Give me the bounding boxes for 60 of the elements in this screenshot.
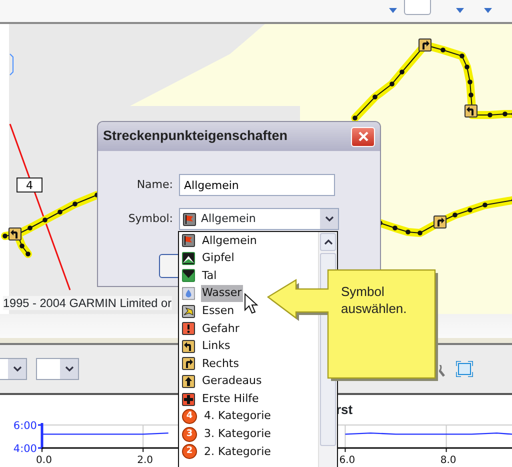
dialog-title: Streckenpunkteigenschaften [103,127,288,146]
fit-to-screen-icon[interactable] [456,361,473,377]
x-tick-label: 6.0 [339,455,356,465]
dropdown[interactable] [0,358,27,380]
close-button[interactable] [351,126,375,146]
warning-icon [182,322,195,336]
road-number: 4 [26,179,33,192]
list-item[interactable]: 4 4. Kategorie [179,408,318,426]
list-item[interactable]: 3 3. Kategorie [179,426,318,444]
category-badge: 2 [182,444,197,460]
road-sign [16,178,42,192]
chevron-down-icon [12,366,22,372]
boundary-line [10,54,14,76]
x-tick-label: 0.0 [36,455,52,465]
water-drop-icon [182,287,195,300]
first-aid-icon [182,392,195,406]
category-badge: 4 [182,409,197,424]
food-icon [182,304,195,318]
caret-icon[interactable] [389,8,397,13]
field-label: Symbol: [127,210,173,227]
field-label: Name: [136,176,173,193]
category-badge: 3 [182,426,197,442]
chevron-down-icon [324,216,334,222]
flag-icon [183,212,196,226]
callout-text: Symbol auswählen. [341,283,408,317]
chevron-down-icon [64,366,74,372]
left-turn-icon [182,340,195,353]
y-axis [38,423,44,449]
flag-icon [182,234,195,248]
x-tick-label: 8.0 [440,455,456,465]
up-arrow-icon [182,375,195,388]
left-turn-icon[interactable] [464,104,478,118]
right-turn-icon[interactable] [434,216,446,228]
mouse-cursor-icon [244,292,258,314]
chevron-up-icon [324,239,332,245]
copyright-text: 1995 - 2004 GARMIN Limited or [3,296,172,310]
mountain-icon [182,252,195,265]
number-field[interactable] [404,0,431,15]
list-item[interactable]: Allgemein [179,232,318,250]
x-tick-label: 2.0 [137,455,154,465]
close-icon [358,131,368,142]
list-item[interactable]: Gefahr [179,320,318,338]
list-item[interactable]: 2 2. Kategorie [179,443,318,461]
left-turn-icon[interactable] [8,228,22,240]
caret-icon[interactable] [484,8,492,13]
symbol-select[interactable]: Allgemein [179,208,339,230]
list-item[interactable]: Geradeaus [179,372,318,390]
list-item[interactable]: Rechts [179,355,318,373]
scroll-up-button[interactable] [320,233,336,251]
list-item[interactable]: Erste Hilfe [179,390,318,408]
list-item[interactable]: Gipfel [179,250,318,268]
valley-icon [182,269,195,282]
list-item[interactable]: Tal [179,267,318,285]
list-item[interactable]: Links [179,338,318,356]
right-turn-icon [182,357,195,370]
y-tick-label: 6:00 [13,420,37,432]
y-tick-label: 4:00 [13,443,37,455]
right-turn-icon[interactable] [418,38,432,52]
caret-icon[interactable] [456,8,464,13]
name-field[interactable]: Allgemein [179,174,335,196]
